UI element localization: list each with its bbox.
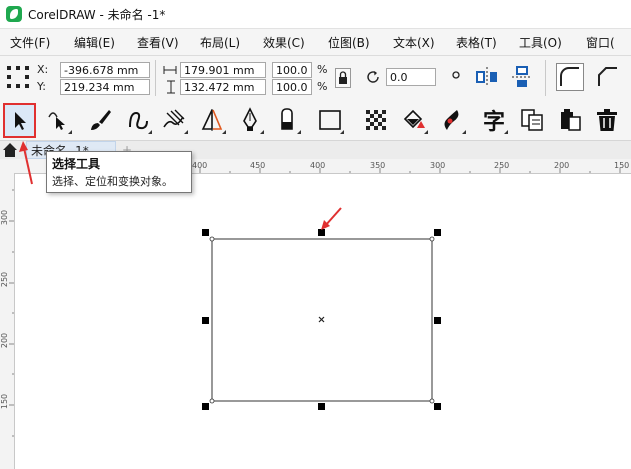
fill-tool-button[interactable] — [398, 104, 430, 136]
pick-tool-button[interactable] — [3, 103, 36, 138]
text-tool-button[interactable]: 字 — [478, 104, 510, 136]
artistic-media-tool-button[interactable] — [158, 104, 190, 136]
menu-effects[interactable]: 效果(C) — [263, 34, 305, 51]
menu-table[interactable]: 表格(T) — [456, 34, 497, 51]
center-marker — [318, 316, 325, 323]
separator — [545, 60, 546, 96]
table-tool-button[interactable] — [516, 104, 548, 136]
menu-view[interactable]: 查看(V) — [137, 34, 179, 51]
coreldraw-logo-icon — [6, 6, 22, 22]
rotation-field[interactable]: 0.0 — [386, 68, 436, 86]
pick-tool-icon — [14, 111, 26, 130]
clipboard-tool-button[interactable] — [554, 104, 586, 136]
title-separator: - — [95, 8, 108, 22]
menu-layout[interactable]: 布局(L) — [200, 34, 240, 51]
flyout-indicator — [340, 130, 344, 134]
mirror-vertical-icon[interactable] — [509, 64, 535, 90]
handle-top-right — [434, 229, 441, 236]
interactive-fill-tool-button[interactable] — [436, 104, 468, 136]
title-bar: CorelDRAW - 未命名 -1* — [0, 0, 631, 29]
document-title: 未命名 -1* — [107, 8, 166, 22]
percent-unit-y: % — [317, 80, 328, 93]
width-icon — [163, 66, 177, 74]
drawing-canvas[interactable] — [15, 174, 631, 469]
round-corner-icon[interactable] — [556, 63, 584, 91]
menu-text[interactable]: 文本(X) — [393, 34, 435, 51]
app-name: CorelDRAW — [28, 8, 96, 22]
clipboard-tool-icon — [561, 109, 581, 131]
flyout-indicator — [462, 130, 466, 134]
flyout-indicator — [504, 130, 508, 134]
handle-bottom-right — [434, 403, 441, 410]
flyout-indicator — [148, 130, 152, 134]
handle-top-left — [202, 229, 209, 236]
handle-middle-left — [202, 317, 209, 324]
pen-tool-button[interactable] — [234, 104, 266, 136]
menu-window[interactable]: 窗口( — [586, 34, 615, 51]
brush-tool-button[interactable] — [84, 104, 116, 136]
height-icon — [167, 80, 175, 94]
delete-tool-button[interactable] — [591, 104, 623, 136]
menu-file[interactable]: 文件(F) — [10, 34, 50, 51]
canvas-drawing — [202, 207, 441, 410]
x-label: X: — [37, 63, 49, 76]
annotation-arrow-handle — [321, 207, 342, 230]
scale-x-field[interactable]: 100.0 — [272, 62, 312, 78]
position-icon — [7, 66, 29, 88]
chamfer-corner-icon[interactable] — [594, 63, 622, 91]
flyout-indicator — [222, 130, 226, 134]
tooltip-description: 选择、定位和变换对象。 — [52, 175, 173, 188]
flyout-indicator — [68, 130, 72, 134]
y-label: Y: — [37, 80, 46, 93]
freehand-tool-button[interactable] — [122, 104, 154, 136]
handle-middle-right — [434, 317, 441, 324]
shape-tool-button[interactable] — [42, 104, 74, 136]
rectangle-tool-button[interactable] — [314, 104, 346, 136]
percent-unit-x: % — [317, 63, 328, 76]
x-position-field[interactable]: -396.678 mm — [60, 62, 150, 78]
flyout-indicator — [297, 130, 301, 134]
height-field[interactable]: 132.472 mm — [180, 79, 266, 95]
pattern-tool-icon — [366, 110, 386, 130]
handle-bottom-center — [318, 403, 325, 410]
pattern-tool-button[interactable] — [360, 104, 392, 136]
toolbox: 字 — [0, 100, 631, 141]
separator — [155, 60, 156, 96]
ruler-ticks — [9, 189, 14, 437]
table-tool-icon — [521, 109, 543, 131]
degree-icon — [452, 71, 460, 79]
rotate-icon — [367, 71, 379, 83]
trash-icon — [597, 109, 617, 131]
eraser-tool-button[interactable] — [271, 104, 303, 136]
lock-ratio-icon[interactable] — [335, 68, 351, 88]
property-bar: X: Y: -396.678 mm 219.234 mm 179.901 mm … — [0, 56, 631, 101]
text-tool-icon: 字 — [482, 110, 505, 135]
menu-tools[interactable]: 工具(O) — [519, 34, 562, 51]
vertical-ruler[interactable]: 300 250 200 150 — [0, 173, 15, 469]
flyout-indicator — [184, 130, 188, 134]
mirror-horizontal-icon[interactable] — [474, 64, 500, 90]
y-position-field[interactable]: 219.234 mm — [60, 79, 150, 95]
handle-top-center — [318, 229, 325, 236]
menu-bar: 文件(F) 编辑(E) 查看(V) 布局(L) 效果(C) 位图(B) 文本(X… — [0, 29, 631, 56]
flyout-indicator — [424, 130, 428, 134]
brush-tool-icon — [91, 110, 111, 130]
scale-y-field[interactable]: 100.0 — [272, 79, 312, 95]
dimension-tool-button[interactable] — [196, 104, 228, 136]
flyout-indicator — [260, 130, 264, 134]
window-title: CorelDRAW - 未命名 -1* — [28, 6, 165, 23]
handle-bottom-left — [202, 403, 209, 410]
menu-bitmaps[interactable]: 位图(B) — [328, 34, 370, 51]
tooltip: 选择工具 选择、定位和变换对象。 — [46, 151, 192, 193]
menu-edit[interactable]: 编辑(E) — [74, 34, 115, 51]
tooltip-title: 选择工具 — [52, 157, 101, 171]
width-field[interactable]: 179.901 mm — [180, 62, 266, 78]
